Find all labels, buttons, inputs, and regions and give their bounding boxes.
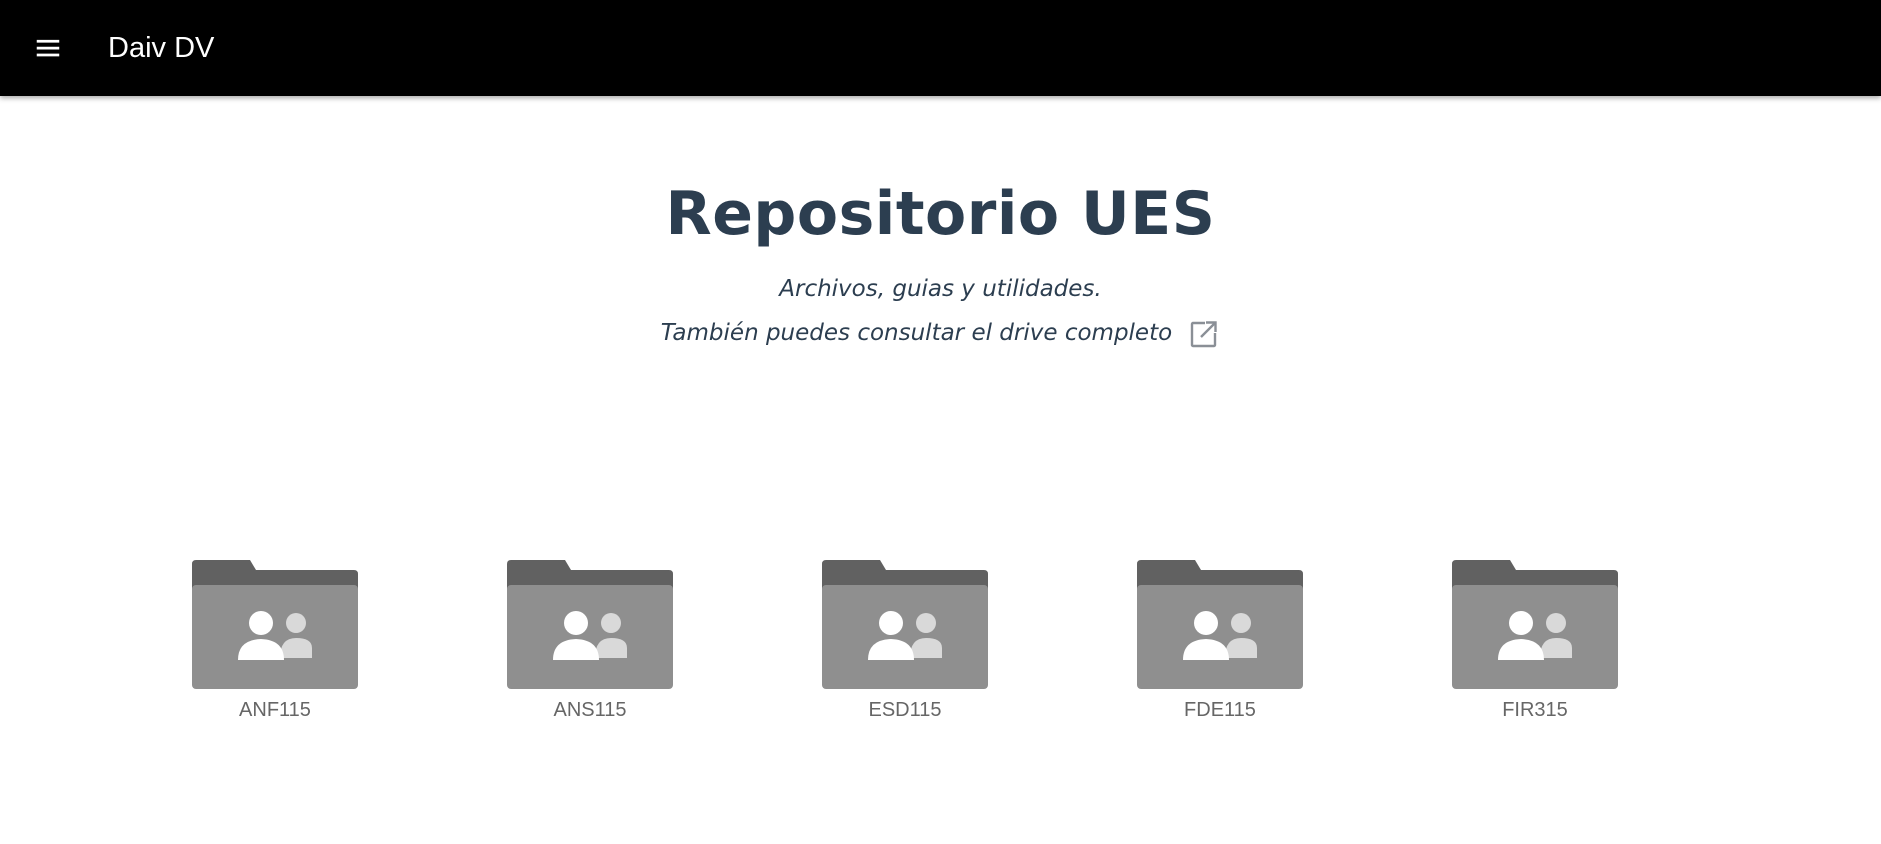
shared-folder-icon — [1137, 560, 1303, 689]
folder-label: ESD115 — [868, 699, 942, 721]
app-title: Daiv DV — [108, 31, 215, 64]
hero-section: Repositorio UES Archivos, guias y utilid… — [0, 96, 1881, 350]
folder-label: FDE115 — [1184, 699, 1256, 721]
page-subtitle: Archivos, guias y utilidades. — [779, 276, 1102, 302]
open-in-new-icon[interactable] — [1188, 318, 1220, 350]
shared-folder-icon — [192, 560, 358, 689]
shared-folder-icon — [507, 560, 673, 689]
app-bar: Daiv DV — [0, 0, 1881, 96]
drive-link-label: También puedes consultar el drive comple… — [660, 319, 1173, 346]
folder-label: ANF115 — [239, 699, 311, 721]
folder-label: FIR315 — [1502, 699, 1568, 721]
menu-button[interactable] — [0, 0, 96, 96]
folder-item[interactable]: ANF115 — [192, 560, 358, 722]
folder-item[interactable]: ESD115 — [822, 560, 988, 722]
menu-icon — [36, 39, 60, 57]
folder-item[interactable]: FDE115 — [1137, 560, 1303, 722]
shared-folder-icon — [822, 560, 988, 689]
drive-link[interactable]: También puedes consultar el drive comple… — [661, 318, 1220, 350]
shared-folder-icon — [1452, 560, 1618, 689]
folder-item[interactable]: FIR315 — [1452, 560, 1618, 722]
folder-item[interactable]: ANS115 — [507, 560, 673, 722]
page-title: Repositorio UES — [665, 179, 1216, 249]
folder-label: ANS115 — [553, 699, 627, 721]
